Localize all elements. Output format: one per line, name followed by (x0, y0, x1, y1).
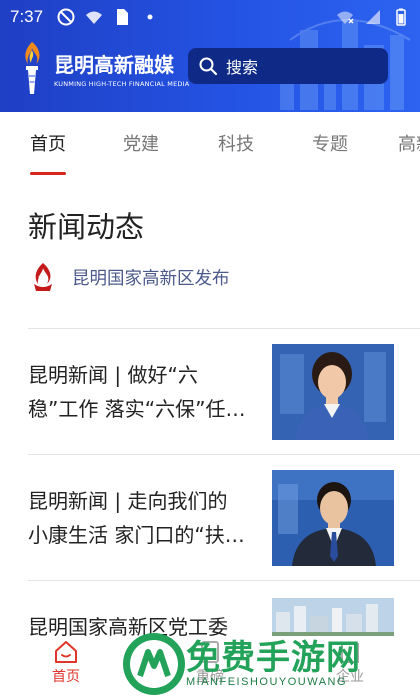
brand: 昆明高新融媒 KUNMING HIGH-TECH FINANCIAL MEDIA (18, 38, 189, 98)
category-tabs: 首页 党建 科技 专题 高新 (0, 112, 420, 176)
divider (28, 580, 420, 581)
dot-icon (147, 14, 153, 20)
brand-subtitle: KUNMING HIGH-TECH FINANCIAL MEDIA (54, 79, 190, 88)
tab-tech[interactable]: 科技 (218, 130, 254, 156)
search-icon (199, 57, 218, 76)
wifi-icon (337, 11, 354, 24)
news-title-line2: 稳”工作 落实“六保”任… (28, 397, 246, 421)
wifi-question-icon (86, 11, 103, 24)
tab-party[interactable]: 党建 (123, 130, 159, 156)
status-bar: 7:37 (0, 0, 420, 34)
nav-home[interactable]: 首页 (52, 640, 80, 686)
news-title-line1: 昆明新闻 | 做好“六 (28, 363, 198, 387)
torch-logo-icon (25, 42, 40, 94)
news-title-line1: 昆明新闻 | 走向我们的 (28, 489, 228, 513)
divider (28, 454, 420, 455)
news-item[interactable]: 昆明新闻 | 做好“六 稳”工作 落实“六保”任… (28, 342, 420, 454)
publisher-name: 昆明国家高新区发布 (72, 268, 230, 289)
block-icon (57, 8, 75, 26)
watermark-logo-icon (123, 633, 185, 695)
tab-home[interactable]: 首页 (30, 130, 66, 156)
news-thumbnail (272, 344, 394, 440)
publisher-row[interactable]: 昆明国家高新区发布 (30, 262, 230, 292)
divider (28, 328, 420, 329)
watermark-text: 免费手游网 (186, 638, 361, 678)
status-time: 7:37 (10, 7, 44, 26)
watermark: 免费手游网 MIANFEISHOUYOUWANG (120, 628, 420, 700)
search-placeholder: 搜索 (226, 58, 259, 77)
brand-name: 昆明高新融媒 (54, 52, 174, 77)
tab-hightech[interactable]: 高新 (398, 130, 420, 156)
watermark-subtext: MIANFEISHOUYOUWANG (186, 676, 348, 688)
tab-topics[interactable]: 专题 (312, 130, 348, 156)
app-header: 7:37 昆明高新融媒 KUNMING HIGH-TECH FINANCIAL … (0, 0, 420, 112)
nav-home-label: 首页 (52, 669, 80, 685)
home-icon (55, 641, 77, 663)
sim-card-icon (117, 9, 129, 25)
signal-icon (366, 10, 380, 24)
search-bar[interactable]: 搜索 (188, 48, 388, 84)
news-item[interactable]: 昆明新闻 | 走向我们的 小康生活 家门口的“扶… (28, 468, 420, 580)
news-thumbnail (272, 470, 394, 566)
section-title: 新闻动态 (28, 210, 145, 244)
publisher-logo-icon (34, 263, 52, 291)
active-tab-indicator (30, 172, 66, 175)
news-title-line2: 小康生活 家门口的“扶… (28, 523, 245, 547)
battery-icon (396, 8, 406, 26)
